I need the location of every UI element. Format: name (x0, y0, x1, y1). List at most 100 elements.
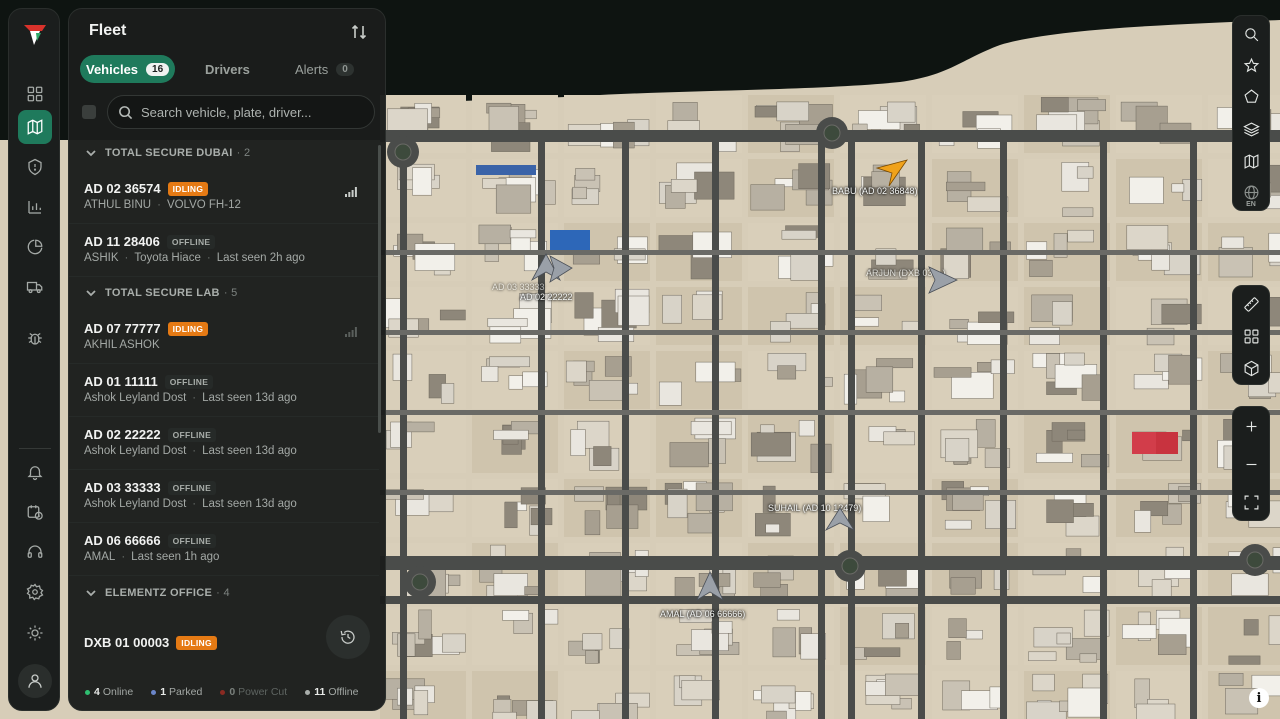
vehicle-row[interactable]: AD 01 11111 OFFLINE Ashok Leyland Dost · La… (69, 365, 379, 417)
3d-view-button[interactable] (1233, 352, 1269, 384)
vehicle-model: Ashok Leyland Dost (84, 392, 187, 404)
search-input[interactable] (141, 96, 369, 128)
fleet-tabs: Vehicles 16 Drivers Alerts 0 (80, 55, 376, 83)
vehicle-marker-idling[interactable] (875, 158, 909, 188)
parked-count[interactable]: 1 Parked (151, 686, 202, 698)
bar-chart-icon (28, 201, 41, 214)
power-cut-count[interactable]: 0 Power Cut (220, 686, 287, 698)
history-button[interactable] (326, 615, 370, 659)
shield-icon (28, 158, 42, 176)
group-count: · 5 (223, 287, 238, 299)
nav-schedule[interactable] (18, 495, 52, 529)
vehicle-row[interactable]: AD 02 22222 OFFLINE Ashok Leyland Dost · La… (69, 418, 379, 470)
globe-icon (1244, 185, 1258, 199)
bell-icon (27, 466, 43, 481)
group-header[interactable]: TOTAL SECURE LAB · 5 (85, 283, 238, 303)
vehicle-marker-offline[interactable] (824, 506, 858, 532)
tab-count: 16 (146, 62, 170, 76)
vehicle-row[interactable]: AD 02 36574 IDLING ATHUL BINU · VOLVO FH-12 (69, 172, 379, 224)
tab-alerts[interactable]: Alerts 0 (295, 55, 354, 83)
favorites-button[interactable] (1233, 49, 1269, 81)
vehicle-plate: AD 06 66666 (84, 533, 161, 548)
geofence-button[interactable] (1233, 80, 1269, 112)
group-header[interactable]: ELEMENTZ OFFICE · 4 (85, 583, 230, 603)
vehicle-plate: AD 02 36574 (84, 181, 161, 196)
tab-vehicles[interactable]: Vehicles 16 (80, 55, 176, 83)
gear-icon (26, 583, 44, 601)
driver-name: ATHUL BINU (84, 199, 152, 211)
tab-drivers[interactable]: Drivers (205, 55, 250, 83)
user-avatar-button[interactable] (18, 664, 52, 698)
vehicle-model: Ashok Leyland Dost (84, 445, 187, 457)
truck-icon (26, 281, 43, 294)
map-info-button[interactable]: i (1249, 688, 1269, 708)
select-all-checkbox[interactable] (82, 105, 96, 119)
brand-logo[interactable] (22, 21, 48, 47)
vehicle-marker-offline[interactable] (530, 252, 574, 286)
vehicle-marker-offline[interactable] (925, 265, 959, 295)
nav-security[interactable] (18, 150, 52, 184)
chevron-down-icon (85, 287, 97, 299)
nav-dashboard[interactable] (18, 77, 52, 111)
search-icon (119, 106, 133, 120)
vehicle-plate: AD 07 77777 (84, 321, 161, 336)
nav-vehicles[interactable] (18, 270, 52, 304)
status-badge: OFFLINE (167, 480, 217, 495)
tab-label: Vehicles (86, 61, 139, 77)
fleet-panel: Fleet Vehicles 16 Drivers Alerts 0 TOTAL… (68, 8, 386, 711)
status-badge: IDLING (176, 635, 217, 650)
map-toolbar-zoom (1232, 406, 1270, 521)
status-dot (220, 689, 226, 695)
map-search-button[interactable] (1233, 18, 1269, 50)
nav-map[interactable] (18, 110, 52, 144)
grid-button[interactable] (1233, 320, 1269, 352)
map-style-button[interactable] (1233, 145, 1269, 177)
vehicle-marker-offline[interactable] (695, 570, 725, 602)
nav-notifications[interactable] (18, 455, 52, 489)
driver-name: ASHIK (84, 252, 119, 264)
pentagon-icon (1243, 88, 1259, 103)
nav-analytics[interactable] (18, 230, 52, 264)
status-dot (305, 689, 311, 695)
vehicle-row[interactable]: AD 07 77777 IDLING AKHIL ASHOK (69, 312, 379, 364)
fullscreen-icon (1244, 495, 1258, 509)
status-footer: 4 Online 1 Parked 0 Power Cut 11 Offline (69, 674, 385, 710)
zoom-in-button[interactable] (1233, 410, 1269, 442)
offline-count[interactable]: 11 Offline (305, 686, 358, 698)
ruler-icon (1243, 296, 1259, 312)
map-icon (1244, 153, 1258, 169)
last-seen: Last seen 13d ago (202, 445, 297, 457)
vehicle-row[interactable]: AD 11 28406 OFFLINE ASHIK · Toyota Hiace · La… (69, 225, 379, 277)
vehicle-row[interactable]: AD 03 33333 OFFLINE Ashok Leyland Dost · La… (69, 471, 379, 523)
group-header[interactable]: TOTAL SECURE DUBAI · 2 (85, 143, 250, 163)
panel-title: Fleet (89, 22, 127, 39)
headset-icon (27, 545, 43, 558)
measure-button[interactable] (1233, 288, 1269, 320)
map-toolbar-middle (1232, 285, 1270, 385)
status-badge: IDLING (167, 181, 209, 196)
list-scrollbar[interactable] (378, 145, 381, 433)
vehicle-model: VOLVO FH-12 (166, 199, 241, 211)
vehicle-model: Toyota Hiace (134, 252, 201, 264)
info-icon: i (1256, 690, 1262, 706)
status-badge: OFFLINE (166, 234, 216, 249)
online-count[interactable]: 4 Online (85, 686, 133, 698)
nav-settings[interactable] (18, 575, 52, 609)
user-icon (28, 674, 42, 688)
vehicle-row[interactable]: AD 06 66666 OFFLINE AMAL · Last seen 1h ago (69, 524, 379, 576)
vehicle-plate: AD 01 11111 (84, 374, 158, 389)
zoom-in-icon (1246, 421, 1256, 431)
calendar-clock-icon (27, 505, 43, 520)
fullscreen-button[interactable] (1233, 486, 1269, 518)
group-count: · 4 (216, 587, 230, 599)
chevron-down-icon (85, 147, 97, 159)
group-name: TOTAL SECURE DUBAI (105, 147, 233, 159)
status-badge: OFFLINE (167, 427, 217, 442)
layers-button[interactable] (1233, 113, 1269, 145)
nav-debug[interactable] (18, 321, 52, 355)
nav-reports[interactable] (18, 190, 52, 224)
sort-button[interactable] (351, 24, 367, 40)
zoom-out-button[interactable] (1233, 448, 1269, 480)
nav-support[interactable] (18, 535, 52, 569)
theme-toggle[interactable] (18, 616, 52, 650)
